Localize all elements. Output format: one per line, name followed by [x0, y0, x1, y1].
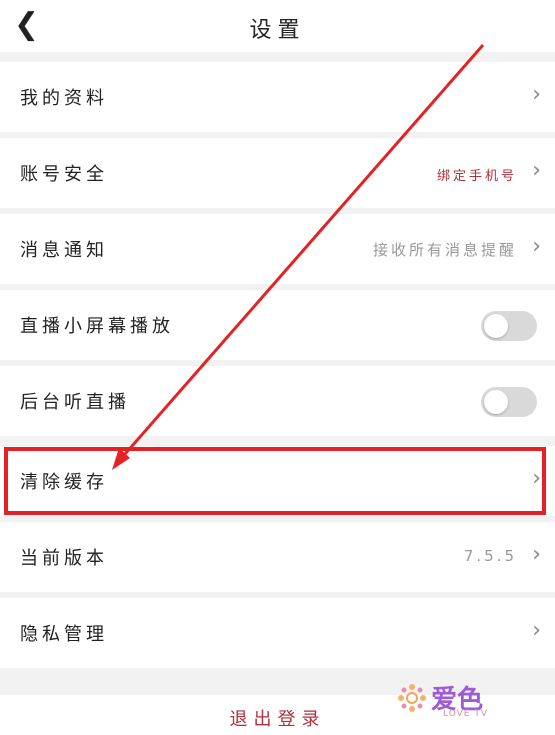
settings-row-background-play: 后台听直播	[0, 366, 555, 436]
background-play-toggle[interactable]	[481, 387, 537, 417]
settings-row-mini-player: 直播小屏幕播放	[0, 290, 555, 360]
flower-icon	[398, 684, 426, 712]
row-label: 隐私管理	[20, 624, 108, 645]
row-label: 当前版本	[20, 548, 108, 569]
settings-row-account-security[interactable]: 账号安全 绑定手机号 ›	[0, 138, 555, 208]
chevron-right-icon: ›	[532, 542, 541, 567]
page-title: 设置	[249, 18, 306, 43]
row-label: 清除缓存	[20, 472, 108, 493]
watermark-logo: 爱色 LOVE TV	[395, 675, 525, 720]
settings-row-notifications[interactable]: 消息通知 接收所有消息提醒 ›	[0, 214, 555, 284]
settings-row-profile[interactable]: 我的资料 ›	[0, 62, 555, 132]
toggle-knob	[484, 390, 508, 414]
chevron-right-icon: ›	[532, 158, 541, 183]
chevron-right-icon: ›	[532, 466, 541, 491]
row-value: 接收所有消息提醒	[372, 241, 517, 259]
app-header: ❮ 设置	[0, 0, 555, 52]
toggle-knob	[484, 314, 508, 338]
row-value: 绑定手机号	[436, 169, 517, 184]
row-label: 直播小屏幕播放	[20, 316, 174, 337]
watermark-subtext: LOVE TV	[443, 709, 488, 719]
settings-row-clear-cache[interactable]: 清除缓存 ›	[0, 446, 555, 516]
settings-row-version[interactable]: 当前版本 7.5.5 ›	[0, 522, 555, 592]
row-label: 消息通知	[20, 240, 108, 261]
row-label: 账号安全	[20, 164, 108, 185]
row-label: 我的资料	[20, 88, 108, 109]
chevron-right-icon: ›	[532, 82, 541, 107]
mini-player-toggle[interactable]	[481, 311, 537, 341]
settings-row-privacy[interactable]: 隐私管理 ›	[0, 598, 555, 668]
row-value: 7.5.5	[463, 547, 517, 565]
row-label: 后台听直播	[20, 392, 130, 413]
chevron-right-icon: ›	[532, 618, 541, 643]
chevron-right-icon: ›	[532, 234, 541, 259]
logout-label: 退出登录	[229, 709, 326, 730]
